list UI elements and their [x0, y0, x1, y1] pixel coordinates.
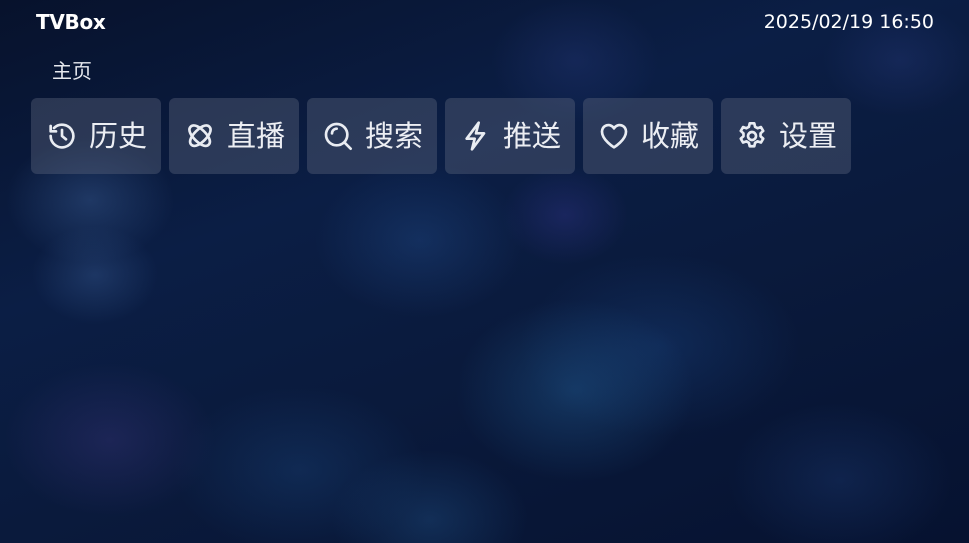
- history-icon: [45, 119, 79, 153]
- app-title: TVBox: [36, 10, 106, 34]
- top-bar: TVBox 2025/02/19 16:50: [0, 0, 969, 44]
- heart-icon: [597, 119, 631, 153]
- settings-button[interactable]: 设置: [721, 98, 851, 174]
- push-button[interactable]: 推送: [445, 98, 575, 174]
- live-icon: [183, 119, 217, 153]
- push-label: 推送: [503, 119, 562, 153]
- search-button[interactable]: 搜索: [307, 98, 437, 174]
- gear-icon: [735, 119, 769, 153]
- search-icon: [321, 119, 355, 153]
- favorites-label: 收藏: [641, 119, 700, 153]
- breadcrumb: 主页: [52, 59, 92, 83]
- main-menu: 历史 直播 搜索 推送 收藏 设置: [31, 98, 851, 174]
- lightning-icon: [459, 119, 493, 153]
- search-label: 搜索: [365, 119, 424, 153]
- history-label: 历史: [89, 119, 148, 153]
- settings-label: 设置: [779, 119, 838, 153]
- favorites-button[interactable]: 收藏: [583, 98, 713, 174]
- clock: 2025/02/19 16:50: [763, 11, 934, 33]
- live-button[interactable]: 直播: [169, 98, 299, 174]
- live-label: 直播: [227, 119, 286, 153]
- history-button[interactable]: 历史: [31, 98, 161, 174]
